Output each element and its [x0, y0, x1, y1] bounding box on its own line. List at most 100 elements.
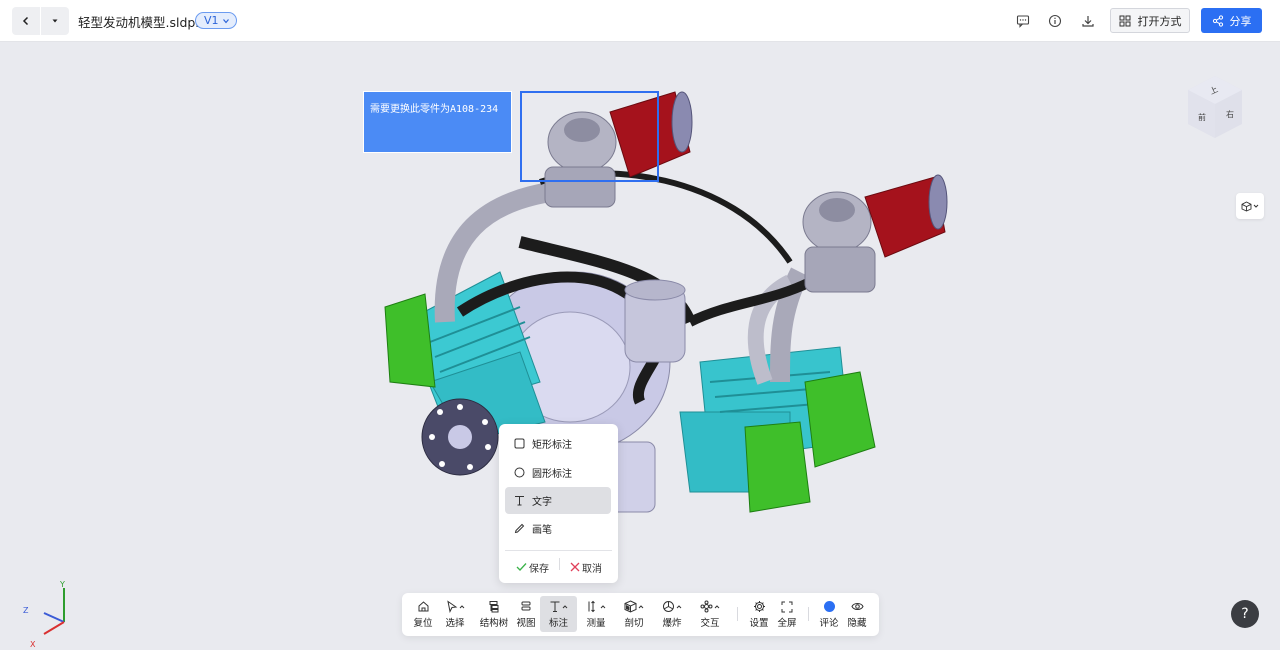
caret-up-icon — [638, 604, 644, 608]
cursor-icon — [446, 600, 457, 613]
view-cube-front-label: 前 — [1198, 112, 1206, 122]
check-icon — [516, 563, 527, 571]
menu-action-separator — [559, 558, 560, 570]
toolbar-structure-tree[interactable]: 结构树 — [478, 596, 510, 632]
toolbar-separator — [737, 607, 738, 621]
menu-item-text[interactable]: 文字 — [505, 487, 611, 514]
annotation-note-text: 需要更换此零件为A108-234 — [370, 104, 499, 115]
toolbar-reset[interactable]: 复位 — [410, 596, 436, 632]
menu-item-label: 圆形标注 — [532, 469, 572, 480]
version-label: V1 — [204, 14, 219, 27]
caret-up-icon — [562, 604, 568, 608]
toolbar-settings[interactable]: 设置 — [746, 596, 772, 632]
toolbar-separator — [808, 607, 809, 621]
toolbar-label: 评论 — [819, 618, 839, 629]
toolbar-select[interactable]: 选择 — [442, 596, 468, 632]
circle-icon — [514, 467, 525, 478]
pen-icon — [514, 523, 525, 534]
save-label: 保存 — [529, 563, 549, 575]
bottom-toolbar: 复位 选择 结构树 视图 标注 测量 剖切 爆炸 交互 设置 全屏 评论 隐藏 — [402, 593, 879, 636]
eye-icon — [850, 603, 864, 610]
cube-icon — [1241, 200, 1252, 211]
axis-triad: Y Z X — [23, 580, 65, 648]
menu-item-pen[interactable]: 画笔 — [505, 515, 611, 542]
menu-item-label: 画笔 — [532, 525, 552, 536]
measure-icon — [588, 600, 595, 613]
open-with-button[interactable]: 打开方式 — [1110, 8, 1190, 33]
view-cube-right-label: 右 — [1226, 109, 1234, 119]
caret-up-icon — [676, 604, 682, 608]
info-button[interactable] — [1045, 11, 1065, 31]
cancel-label: 取消 — [582, 563, 602, 575]
share-label: 分享 — [1229, 14, 1252, 28]
axis-x-label: X — [30, 640, 36, 648]
toolbar-explode[interactable]: 爆炸 — [658, 596, 686, 632]
top-bar: 轻型发动机模型.sldprt V1 打开方式 分享 — [0, 0, 1280, 42]
toolbar-label: 结构树 — [479, 618, 509, 629]
open-with-label: 打开方式 — [1137, 14, 1182, 28]
toolbar-annotate[interactable]: 标注 — [540, 596, 577, 632]
toolbar-label: 交互 — [700, 618, 720, 629]
axis-y-label: Y — [59, 580, 65, 589]
download-icon — [1082, 16, 1094, 27]
explode-icon — [663, 601, 674, 612]
close-icon — [570, 562, 580, 572]
menu-item-rectangle[interactable]: 矩形标注 — [505, 430, 611, 457]
caret-down-icon — [52, 19, 58, 23]
nav-group — [12, 7, 69, 35]
chevron-down-icon — [1253, 204, 1259, 208]
text-icon — [550, 601, 560, 612]
caret-up-icon — [600, 604, 605, 608]
comment-icon — [1016, 15, 1030, 28]
back-button[interactable] — [12, 7, 40, 35]
toolbar-view[interactable]: 视图 — [513, 596, 539, 632]
toolbar-hide[interactable]: 隐藏 — [844, 596, 870, 632]
home-icon — [418, 601, 428, 612]
layers-icon — [521, 601, 531, 611]
caret-up-icon — [714, 604, 720, 608]
rectangle-icon — [514, 438, 525, 449]
toolbar-comment[interactable]: 评论 — [816, 596, 842, 632]
share-button[interactable]: 分享 — [1201, 8, 1262, 33]
fullscreen-icon — [781, 601, 793, 612]
comment-dot-icon — [823, 601, 835, 612]
interact-icon — [700, 600, 713, 613]
caret-up-icon — [459, 604, 464, 608]
chevron-down-icon — [222, 18, 229, 23]
view-cube-toggle-button[interactable] — [1236, 193, 1264, 219]
toolbar-section[interactable]: 剖切 — [620, 596, 648, 632]
menu-divider — [505, 550, 612, 551]
axis-z-label: Z — [23, 606, 29, 615]
save-button[interactable]: 保存 — [516, 558, 549, 576]
info-icon — [1048, 14, 1062, 28]
gear-icon — [753, 601, 765, 612]
menu-item-circle[interactable]: 圆形标注 — [505, 459, 611, 486]
toolbar-measure[interactable]: 测量 — [582, 596, 610, 632]
comment-button[interactable] — [1013, 11, 1033, 31]
toolbar-fullscreen[interactable]: 全屏 — [774, 596, 800, 632]
menu-item-label: 文字 — [532, 497, 552, 508]
cube-section-icon — [624, 600, 637, 613]
toolbar-label: 爆炸 — [662, 618, 682, 629]
toolbar-interact[interactable]: 交互 — [696, 596, 724, 632]
chevron-left-icon — [22, 16, 29, 26]
toolbar-label: 设置 — [749, 618, 769, 629]
toolbar-label: 视图 — [516, 618, 536, 629]
share-icon — [1212, 14, 1223, 27]
toolbar-label: 选择 — [445, 618, 465, 629]
cancel-button[interactable]: 取消 — [570, 558, 602, 576]
annotation-note[interactable]: 需要更换此零件为A108-234 — [363, 91, 512, 153]
grid-icon — [1119, 15, 1130, 26]
version-badge[interactable]: V1 — [195, 12, 237, 29]
toolbar-label: 隐藏 — [847, 618, 867, 629]
download-button[interactable] — [1078, 11, 1098, 31]
view-cube[interactable]: 上 前 右 — [1185, 74, 1245, 140]
help-button[interactable]: ? — [1231, 600, 1259, 628]
toolbar-label: 全屏 — [777, 618, 797, 629]
toolbar-label: 测量 — [586, 618, 606, 629]
tree-icon — [489, 601, 499, 613]
toolbar-label: 剖切 — [624, 618, 644, 629]
selected-part-outline[interactable] — [520, 91, 659, 182]
toolbar-label: 标注 — [548, 618, 568, 629]
history-dropdown-button[interactable] — [41, 7, 69, 35]
